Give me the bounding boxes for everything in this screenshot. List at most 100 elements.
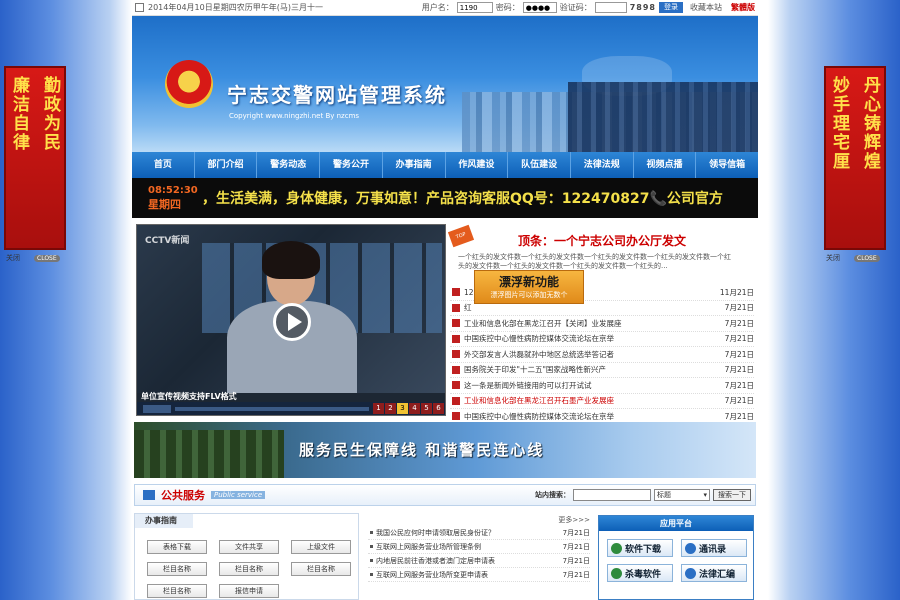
nav-item-home[interactable]: 首页 [132,152,195,178]
search-field-select[interactable]: 标题 [654,489,710,501]
guide-button[interactable]: 文件共享 [219,540,279,554]
top-news: TOP NEWS 顶条：一个宁志公司办公厅发文 一个红头的发文件数一个红头的发文… [447,224,754,425]
nav-item-video[interactable]: 视频点播 [634,152,697,178]
news-item-title[interactable]: 工业和信息化部在黑龙江召开【关闭】业发展座 [464,318,718,329]
close-label[interactable]: 关闭 [826,253,840,263]
side-close-right[interactable]: 关闭 CLOSE [826,253,880,263]
date-text: 2014年04月10日星期四农历甲午年(马)三月十一 [148,3,323,12]
video-progress-bar[interactable] [175,406,369,411]
video-caption: 单位宣传视频支持FLV格式 [141,392,237,401]
floating-popup[interactable]: 漂浮新功能 漂浮图片可以添加无数个 [474,270,584,304]
username-input[interactable] [456,2,493,13]
service-guide-buttons: 表格下载 文件共享 上级文件 栏目名称 栏目名称 栏目名称 栏目名称 报信申请 [135,528,358,598]
list-item[interactable]: 互联网上网服务营业场所管理条例 7月21日 [368,540,590,554]
news-item[interactable]: 工业和信息化部在黑龙江召开【关闭】业发展座 7月21日 [450,316,754,332]
play-icon[interactable] [273,303,311,341]
main-nav: 首页 部门介绍 警务动态 警务公开 办事指南 作风建设 队伍建设 法律法规 视频… [132,152,758,178]
nav-item-conduct[interactable]: 作风建设 [446,152,509,178]
news-item[interactable]: 这一条是新闻外链接用的可以打开试试 7月21日 [450,378,754,394]
cctv-logo: CCTV新闻 [145,236,190,246]
news-item[interactable]: 外交部发言人洪磊就孙中地区总统选举答记者 7月21日 [450,347,754,363]
login-button[interactable]: 登录 [659,2,683,13]
public-services-bar: 公共服务 Public service 站内搜索： 标题 搜索一下 [134,484,756,506]
video-page-5[interactable]: 5 [421,403,432,414]
guide-button[interactable]: 表格下载 [147,540,207,554]
app-label[interactable]: 通讯录 [699,542,726,555]
news-item-title[interactable]: 外交部发言人洪磊就孙中地区总统选举答记者 [464,349,718,360]
news-item-title[interactable]: 这一条是新闻外链接用的可以打开试试 [464,380,718,391]
news-item[interactable]: 工业和信息化部在黑龙江召开石墨产业发展座 7月21日 [450,394,754,409]
password-input[interactable] [522,2,557,13]
app-label[interactable]: 法律汇编 [699,567,735,580]
captcha-code[interactable]: 7898 [630,3,656,12]
news-item[interactable]: 国务院关于印发"十二五"国家战略性新兴产 7月21日 [450,363,754,378]
floating-popup-title[interactable]: 漂浮新功能 [475,273,583,290]
floating-popup-subtitle[interactable]: 漂浮图片可以添加无数个 [475,290,583,300]
guide-button[interactable]: 栏目名称 [219,562,279,576]
nav-item-team[interactable]: 队伍建设 [508,152,571,178]
list-item[interactable]: 互联网上网服务营业场所变更申请表 7月21日 [368,568,590,582]
news-item-title[interactable]: 工业和信息化部在黑龙江召开石墨产业发展座 [464,395,718,406]
video-page-4[interactable]: 4 [409,403,420,414]
list-item[interactable]: 内地居民前往香港或者澳门定居申请表 7月21日 [368,554,590,568]
video-page-2[interactable]: 2 [385,403,396,414]
bullet-icon [370,559,373,562]
video-page-3[interactable]: 3 [397,403,408,414]
close-button[interactable]: CLOSE [854,254,880,262]
news-item-date: 11月21日 [719,287,754,297]
news-item-title[interactable]: 国务院关于印发"十二五"国家战略性新兴产 [464,364,718,375]
list-item-title[interactable]: 互联网上网服务营业场所管理条例 [376,542,560,552]
traditional-chinese-link[interactable]: 繁體版 [731,2,755,13]
guide-button[interactable]: 报信申请 [219,584,279,598]
side-close-left[interactable]: 关闭 CLOSE [6,253,60,263]
nav-item-mailbox[interactable]: 领导信箱 [696,152,758,178]
list-item[interactable]: 我国公民应何时申请领取居民身份证？ 7月21日 [368,526,590,540]
list-item-date: 7月21日 [562,528,590,537]
site-header: 宁志交警网站管理系统 Copyright www.ningzhi.net By … [132,16,758,152]
app-contacts[interactable]: 通讯录 [681,539,747,557]
news-bullet-icon [452,334,460,343]
close-button[interactable]: CLOSE [34,254,60,262]
app-antivirus[interactable]: 杀毒软件 [607,564,673,582]
captcha-input[interactable] [594,2,627,13]
close-label[interactable]: 关闭 [6,253,20,263]
nav-item-public[interactable]: 警务公开 [320,152,383,178]
side-banner-right-col1: 妙手理宅厘 [829,76,849,171]
news-item-date: 7月21日 [724,303,754,313]
video-control-buttons[interactable] [143,404,171,413]
nav-item-law[interactable]: 法律法规 [571,152,634,178]
news-item-date: 7月21日 [724,411,754,421]
service-guide-title[interactable]: 办事指南 [135,514,193,528]
guide-button[interactable]: 栏目名称 [291,562,351,576]
guide-button[interactable]: 栏目名称 [147,562,207,576]
nav-item-guide[interactable]: 办事指南 [383,152,446,178]
app-software-download[interactable]: 软件下载 [607,539,673,557]
guide-button[interactable]: 上级文件 [291,540,351,554]
list-item-title[interactable]: 我国公民应何时申请领取居民身份证？ [376,528,560,538]
top-news-headline[interactable]: 顶条：一个宁志公司办公厅发文 [450,232,754,249]
app-label[interactable]: 杀毒软件 [625,567,661,580]
service-guide: 办事指南 表格下载 文件共享 上级文件 栏目名称 栏目名称 栏目名称 栏目名称 … [134,513,359,600]
guide-button[interactable]: 栏目名称 [147,584,207,598]
search-input[interactable] [573,489,651,501]
nav-item-departments[interactable]: 部门介绍 [195,152,258,178]
list-item-title[interactable]: 互联网上网服务营业场所变更申请表 [376,570,560,580]
site-copyright: Copyright www.ningzhi.net By nzcms [229,112,360,120]
list-item-title[interactable]: 内地居民前往香港或者澳门定居申请表 [376,556,560,566]
search-button[interactable]: 搜索一下 [713,489,751,501]
bookmark-link[interactable]: 收藏本站 [690,2,722,13]
main-wrapper: 2014年04月10日星期四农历甲午年(马)三月十一 用户名： 密码： 验证码：… [132,0,758,600]
news-item[interactable]: 中国疾控中心慢性病防控媒体交流论坛在京举 7月21日 [450,332,754,347]
nav-item-news[interactable]: 警务动态 [257,152,321,178]
password-label: 密码： [495,3,520,12]
video-page-1[interactable]: 1 [373,403,384,414]
app-label[interactable]: 软件下载 [625,542,661,555]
slogan-banner: 服务民生保障线 和谐警民连心线 [134,422,756,478]
video-page-6[interactable]: 6 [433,403,444,414]
news-item-title[interactable]: 中国疾控中心慢性病防控媒体交流论坛在京举 [464,411,718,422]
app-law-compilation[interactable]: 法律汇编 [681,564,747,582]
news-item-title[interactable]: 中国疾控中心慢性病防控媒体交流论坛在京举 [464,333,718,344]
more-link[interactable]: 更多>>> [368,515,590,526]
police-graphic [568,82,758,152]
video-screen[interactable]: CCTV新闻 [137,225,445,393]
